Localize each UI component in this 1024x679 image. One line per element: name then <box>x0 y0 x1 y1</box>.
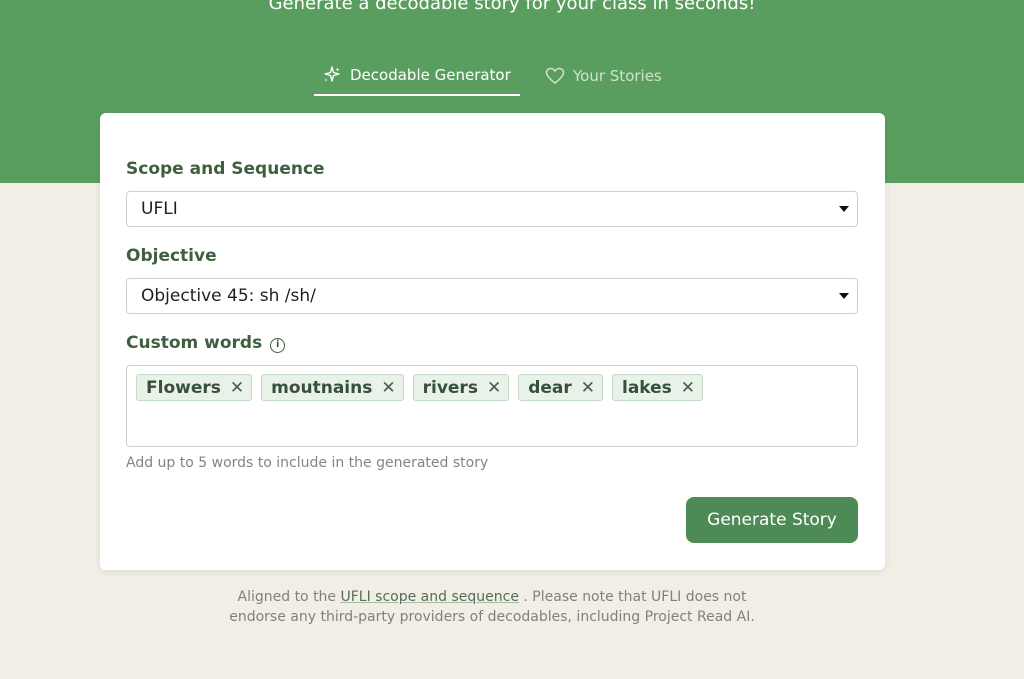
generator-card: Scope and Sequence UFLI Objective Object… <box>100 113 885 570</box>
scope-select-value: UFLI <box>141 199 178 219</box>
tab-decodable-generator[interactable]: Decodable Generator <box>314 55 520 96</box>
hero-tagline: Generate a decodable story for your clas… <box>268 0 756 14</box>
word-chip-label: moutnains <box>271 377 373 398</box>
scope-label: Scope and Sequence <box>126 159 325 179</box>
scope-select[interactable]: UFLI <box>126 191 858 227</box>
sparkles-icon <box>322 65 342 85</box>
tab-label: Decodable Generator <box>350 65 511 84</box>
custom-words-label-row: Custom words i <box>126 333 286 353</box>
tab-label: Your Stories <box>573 66 662 85</box>
tab-bar: Decodable Generator Your Stories <box>314 55 670 96</box>
heart-icon <box>545 66 565 86</box>
ufli-scope-link[interactable]: UFLI scope and sequence <box>341 589 519 605</box>
remove-word-icon[interactable]: ✕ <box>487 378 501 398</box>
footer-line2: endorse any third-party providers of dec… <box>229 609 755 625</box>
word-chip-label: Flowers <box>146 377 221 398</box>
chevron-down-icon <box>839 206 849 212</box>
footer-line1-suffix: . Please note that UFLI does not <box>523 589 747 605</box>
word-chip-label: lakes <box>622 377 672 398</box>
word-chip-label: rivers <box>422 377 478 398</box>
remove-word-icon[interactable]: ✕ <box>230 378 244 398</box>
chevron-down-icon <box>839 293 849 299</box>
objective-select[interactable]: Objective 45: sh /sh/ <box>126 278 858 314</box>
word-chip: moutnains ✕ <box>261 374 404 401</box>
custom-words-label: Custom words <box>126 333 263 353</box>
custom-words-helper: Add up to 5 words to include in the gene… <box>126 455 489 471</box>
word-chip: dear ✕ <box>518 374 603 401</box>
objective-select-value: Objective 45: sh /sh/ <box>141 286 316 306</box>
generate-story-button[interactable]: Generate Story <box>686 497 858 543</box>
alignment-note: Aligned to the UFLI scope and sequence .… <box>0 587 984 627</box>
objective-label: Objective <box>126 246 217 266</box>
word-chip: Flowers ✕ <box>136 374 253 401</box>
remove-word-icon[interactable]: ✕ <box>381 378 395 398</box>
word-chip-label: dear <box>528 377 572 398</box>
word-chip: lakes ✕ <box>612 374 704 401</box>
custom-words-input[interactable]: Flowers ✕ moutnains ✕ rivers ✕ dear ✕ lakes ✕ <box>126 365 858 447</box>
word-chip: rivers ✕ <box>412 374 510 401</box>
remove-word-icon[interactable]: ✕ <box>581 378 595 398</box>
footer-prefix: Aligned to the <box>237 589 337 605</box>
info-icon[interactable]: i <box>270 338 286 353</box>
tab-your-stories[interactable]: Your Stories <box>537 55 670 96</box>
remove-word-icon[interactable]: ✕ <box>681 378 695 398</box>
